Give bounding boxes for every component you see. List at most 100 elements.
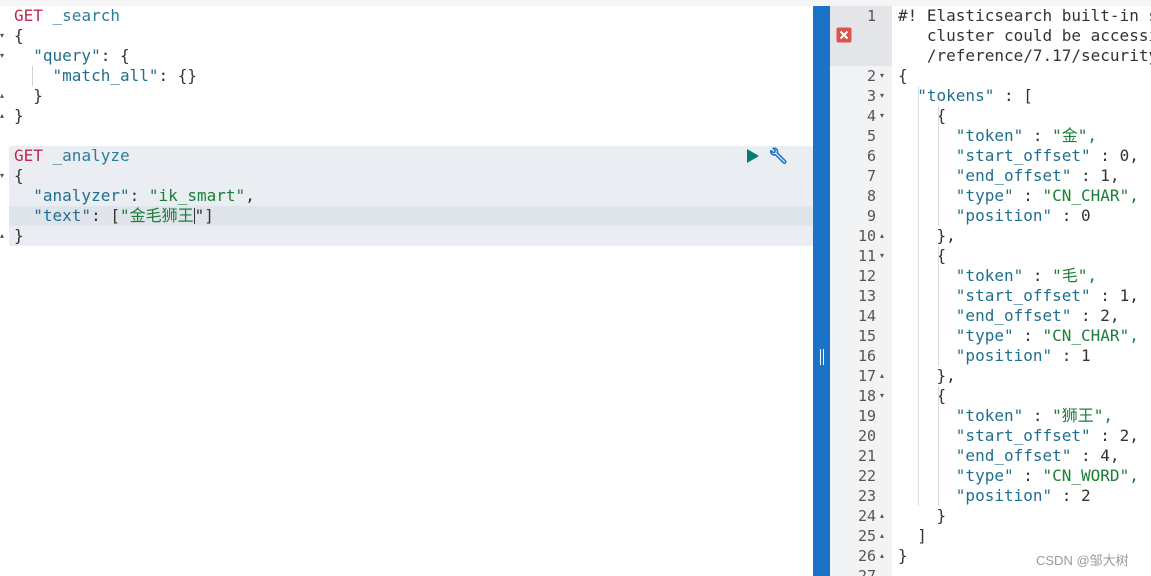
response-line: "token" : "毛", (955, 266, 1098, 285)
line-number (850, 26, 876, 46)
run-request-button[interactable] (745, 146, 761, 166)
json-key: "query" (33, 46, 101, 65)
code-line[interactable]: } (14, 226, 24, 246)
code-text: } (33, 86, 43, 105)
response-line: "start_offset" : 2, (955, 426, 1139, 445)
response-line: ] (898, 526, 927, 545)
fold-end-icon[interactable]: ▴ (0, 226, 8, 246)
line-number: 16 (857, 347, 876, 365)
code-line[interactable]: "match_all": {} (14, 66, 198, 86)
code-text: } (14, 106, 24, 125)
code-text: { (14, 166, 24, 185)
pane-resizer[interactable] (813, 6, 830, 576)
play-icon (747, 149, 759, 163)
response-line: "token" : "金", (955, 126, 1098, 145)
line-number: 8 (866, 187, 876, 205)
warning-comment-line: /reference/7.17/security (898, 46, 1151, 65)
response-line: "position" : 0 (955, 206, 1091, 225)
line-number: 26 (857, 547, 876, 565)
fold-end-icon[interactable]: ▴ (880, 526, 890, 546)
wrench-icon (770, 147, 787, 164)
json-key: "match_all" (52, 66, 159, 85)
json-string: "ik_smart" (148, 186, 246, 205)
line-number: 22 (857, 467, 876, 485)
response-line: "end_offset" : 1, (955, 166, 1120, 185)
watermark: CSDN @邹大树 (1036, 553, 1129, 568)
line-number (850, 46, 876, 66)
line-number: 23 (857, 487, 876, 505)
response-line: "start_offset" : 0, (955, 146, 1139, 165)
fold-toggle-icon[interactable]: ▾ (880, 66, 890, 86)
line-number: 5 (866, 127, 876, 145)
response-viewer[interactable]: 1 2 ▾ 3 ▾ 4 ▾ 5 6 7 8 9 10 ▴ 11 ▾ 12 13 14 15 16 17 ▴ 18 ▾ 19 20 21… (830, 6, 1151, 576)
fold-toggle-icon[interactable]: ▾ (880, 386, 890, 406)
drag-handle-icon (818, 349, 825, 365)
line-number: 18 (857, 387, 876, 405)
http-method: GET (14, 146, 43, 165)
indent-guide (938, 386, 939, 506)
line-number: 3 (866, 87, 876, 105)
line-number: 19 (857, 407, 876, 425)
response-line: "start_offset" : 1, (955, 286, 1139, 305)
code-text: , (245, 186, 255, 205)
line-number: 1 (866, 7, 876, 25)
fold-toggle-icon[interactable]: ▾ (0, 26, 8, 46)
fold-toggle-icon[interactable]: ▾ (0, 46, 8, 66)
http-method: GET (14, 6, 43, 25)
fold-toggle-icon[interactable]: ▾ (880, 106, 890, 126)
line-number: 25 (857, 527, 876, 545)
code-text: : (129, 186, 149, 205)
code-text: { (14, 26, 24, 45)
fold-toggle-icon[interactable]: ▾ (0, 166, 8, 186)
fold-end-icon[interactable]: ▴ (0, 86, 8, 106)
code-text: : {} (158, 66, 198, 85)
code-text: } (14, 226, 24, 245)
warning-comment-line: cluster could be accessib (898, 26, 1151, 45)
response-line: "position" : 1 (955, 346, 1091, 365)
code-line[interactable]: "query": { (14, 46, 130, 66)
line-number: 6 (866, 147, 876, 165)
fold-end-icon[interactable]: ▴ (880, 506, 890, 526)
json-key: "text" (33, 206, 92, 225)
code-line[interactable]: { (14, 166, 24, 186)
line-number: 15 (857, 327, 876, 345)
request-editor[interactable]: ▾ ▾ ▴ ▴ ▾ ▴ GET _search { "query": { "ma… (0, 6, 813, 576)
response-line: "token" : "狮王", (955, 406, 1114, 425)
indent-guide (938, 106, 939, 226)
indent-guide (918, 86, 919, 506)
fold-toggle-icon[interactable]: ▾ (880, 86, 890, 106)
indent-guide (938, 246, 939, 366)
line-number: 2 (866, 67, 876, 85)
code-line[interactable]: { (14, 26, 24, 46)
code-text: : { (100, 46, 130, 65)
code-line[interactable]: "text": ["金毛狮王"] (14, 206, 214, 226)
response-line: }, (898, 226, 956, 245)
code-text: : [ (91, 206, 120, 225)
code-line[interactable]: GET _analyze (14, 146, 130, 166)
fold-end-icon[interactable]: ▴ (880, 226, 890, 246)
code-text: "] (194, 206, 214, 225)
response-line: { (898, 66, 908, 85)
line-number: 21 (857, 447, 876, 465)
response-line: "type" : "CN_CHAR", (955, 186, 1139, 205)
code-line[interactable]: "analyzer": "ik_smart", (14, 186, 255, 206)
line-number: 13 (857, 287, 876, 305)
response-line: "end_offset" : 4, (955, 446, 1120, 465)
line-number: 12 (857, 267, 876, 285)
line-number: 10 (857, 227, 876, 245)
response-line: "type" : "CN_CHAR", (955, 326, 1139, 345)
line-number: 7 (866, 167, 876, 185)
fold-end-icon[interactable]: ▴ (880, 366, 890, 386)
request-path: _search (42, 6, 120, 25)
line-number: 11 (857, 247, 876, 265)
line-number: 9 (866, 207, 876, 225)
request-settings-button[interactable] (767, 146, 789, 166)
fold-end-icon[interactable]: ▴ (0, 106, 8, 126)
code-line[interactable]: } (14, 86, 43, 106)
fold-end-icon[interactable]: ▴ (880, 546, 890, 566)
request-path: _analyze (42, 146, 130, 165)
code-line[interactable]: } (14, 106, 24, 126)
code-line[interactable]: GET _search (14, 6, 120, 26)
line-number: 27 (857, 567, 876, 576)
fold-toggle-icon[interactable]: ▾ (880, 246, 890, 266)
